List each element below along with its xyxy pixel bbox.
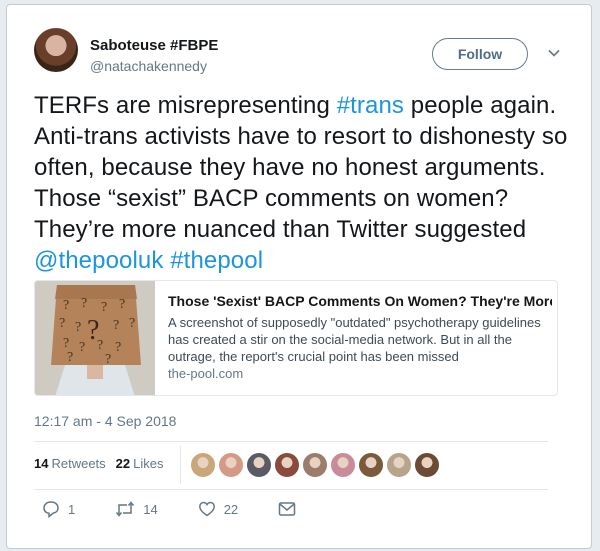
engagement-stats: 14 Retweets 22 Likes — [34, 456, 164, 471]
svg-text:?: ? — [101, 300, 107, 315]
retweets-label: Retweets — [51, 456, 106, 471]
user-handle[interactable]: @natachakennedy — [90, 58, 207, 74]
svg-text:?: ? — [63, 298, 69, 313]
likes-label: Likes — [133, 456, 164, 471]
liker-avatar[interactable] — [414, 452, 440, 478]
avatar[interactable] — [34, 28, 78, 72]
svg-text:?: ? — [63, 336, 69, 351]
liker-avatar[interactable] — [302, 452, 328, 478]
svg-text:?: ? — [113, 318, 119, 333]
liker-avatar[interactable] — [358, 452, 384, 478]
direct-message-button[interactable] — [278, 501, 296, 517]
likes-stat[interactable]: 22 Likes — [116, 456, 164, 471]
liker-avatar[interactable] — [190, 452, 216, 478]
retweet-icon — [116, 501, 135, 517]
svg-text:?: ? — [75, 320, 81, 335]
tweet-text: TERFs are misrepresenting #trans people … — [34, 90, 574, 276]
heart-icon — [198, 501, 215, 517]
retweets-stat[interactable]: 14 Retweets — [34, 456, 106, 471]
reply-icon — [43, 501, 59, 518]
preview-domain: the-pool.com — [168, 366, 244, 381]
svg-text:?: ? — [119, 297, 125, 312]
retweets-count: 14 — [34, 456, 49, 471]
preview-image: ???? ???? ???? ?? ? — [35, 281, 155, 395]
follow-button[interactable]: Follow — [432, 38, 528, 70]
svg-text:?: ? — [59, 316, 65, 331]
tweet-text-segment: TERFs are misrepresenting — [34, 92, 337, 119]
svg-text:?: ? — [105, 352, 111, 367]
likes-count: 22 — [115, 456, 131, 471]
divider — [34, 441, 548, 442]
hashtag-link[interactable]: #trans — [337, 92, 404, 119]
liker-avatar[interactable] — [246, 452, 272, 478]
likers-avatar-list — [190, 452, 440, 478]
svg-text:?: ? — [81, 296, 87, 311]
liker-avatar[interactable] — [274, 452, 300, 478]
like-count: 22 — [223, 501, 239, 517]
svg-text:?: ? — [115, 340, 121, 355]
retweet-button[interactable]: 14 — [115, 500, 158, 518]
liker-avatar[interactable] — [330, 452, 356, 478]
liker-avatar[interactable] — [218, 452, 244, 478]
message-icon — [278, 502, 296, 516]
liker-avatar[interactable] — [386, 452, 412, 478]
reply-count: 1 — [68, 501, 76, 517]
like-button[interactable]: 22 — [198, 500, 238, 518]
display-name[interactable]: Saboteuse #FBPE — [90, 37, 218, 54]
preview-title[interactable]: Those 'Sexist' BACP Comments On Women? T… — [168, 293, 552, 309]
reply-button[interactable]: 1 — [42, 500, 75, 518]
preview-description: A screenshot of supposedly "outdated" ps… — [168, 315, 541, 364]
hashtag-link[interactable]: #thepool — [170, 247, 263, 274]
chevron-down-icon[interactable] — [547, 46, 561, 60]
tweet-actions: 1 14 22 — [42, 500, 296, 518]
svg-text:?: ? — [87, 315, 99, 346]
stats-separator — [180, 446, 181, 484]
svg-text:?: ? — [67, 350, 73, 365]
tweet-timestamp[interactable]: 12:17 am - 4 Sep 2018 — [34, 413, 176, 429]
svg-text:?: ? — [79, 340, 85, 355]
link-preview-card[interactable]: ???? ???? ???? ?? ? Those 'Sexist' BACP … — [34, 280, 558, 396]
divider — [34, 489, 548, 490]
retweet-count: 14 — [143, 501, 158, 517]
mention-link[interactable]: @thepooluk — [34, 247, 163, 274]
svg-text:?: ? — [129, 316, 135, 331]
